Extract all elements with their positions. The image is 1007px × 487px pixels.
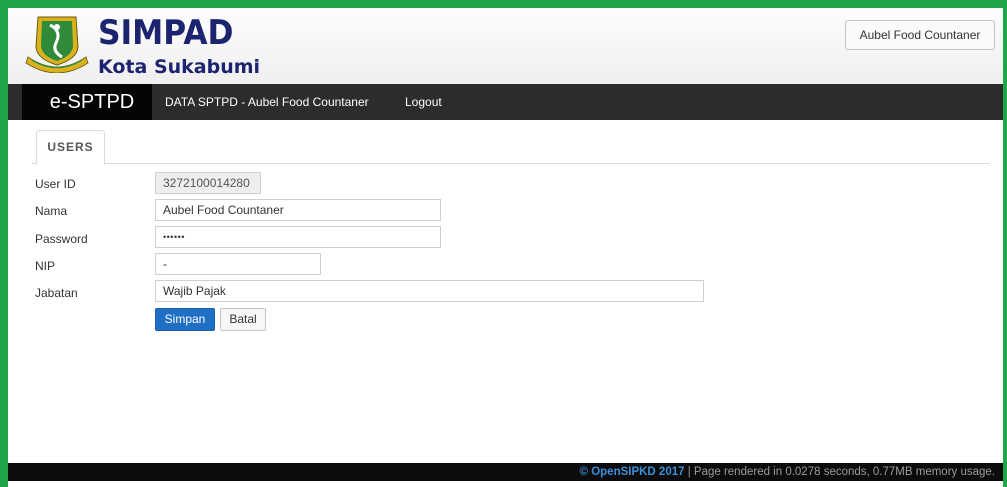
jabatan-label: Jabatan [35, 286, 78, 300]
footer-render-info: | Page rendered in 0.0278 seconds, 0.77M… [684, 466, 995, 478]
user-id-field: 3272100014280 [155, 172, 261, 194]
save-button[interactable]: Simpan [155, 308, 215, 331]
password-field[interactable]: •••••• [155, 226, 441, 248]
nip-label: NIP [35, 259, 56, 273]
page-footer: © OpenSIPKD 2017 | Page rendered in 0.02… [8, 463, 1003, 481]
navbar-brand[interactable]: e-SPTPD [22, 84, 152, 120]
user-account-button[interactable]: Aubel Food Countaner [845, 20, 995, 50]
nav-link-data-sptpd[interactable]: DATA SPTPD - Aubel Food Countaner [165, 84, 369, 120]
tab-users[interactable]: USERS [36, 130, 105, 165]
nav-link-logout[interactable]: Logout [405, 84, 442, 120]
window-frame-right [1003, 0, 1007, 487]
user-id-label: User ID [35, 177, 76, 191]
city-crest-logo [22, 13, 92, 74]
jabatan-field[interactable]: Wajib Pajak [155, 280, 704, 302]
tab-bar: USERS [32, 130, 990, 165]
app-header: SIMPAD Kota Sukabumi Aubel Food Countane… [8, 8, 1003, 84]
window-frame-left [0, 0, 8, 487]
window-frame-top [0, 0, 1007, 8]
main-navbar: e-SPTPD DATA SPTPD - Aubel Food Countane… [8, 84, 1003, 120]
nama-field[interactable]: Aubel Food Countaner [155, 199, 441, 221]
footer-copyright-link[interactable]: © OpenSIPKD 2017 [580, 466, 685, 478]
cancel-button[interactable]: Batal [220, 308, 266, 331]
app-subtitle: Kota Sukabumi [98, 56, 261, 78]
nama-label: Nama [35, 204, 68, 218]
nip-field[interactable]: - [155, 253, 321, 275]
password-label: Password [35, 232, 88, 246]
app-title: SIMPAD [98, 13, 234, 53]
